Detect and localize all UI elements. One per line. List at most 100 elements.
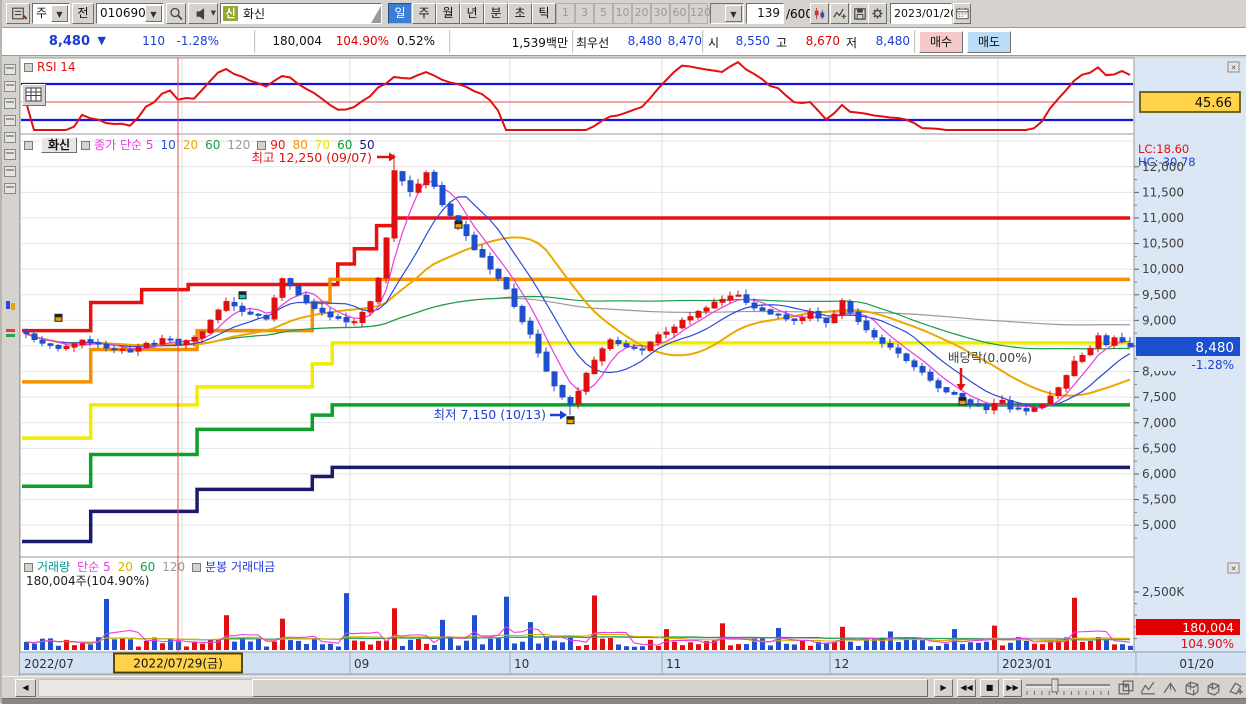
candle[interactable] [911,360,918,368]
candle[interactable] [239,305,246,312]
legend-square-icon[interactable] [24,141,33,150]
candle[interactable] [807,310,814,319]
volume-bar[interactable] [32,643,37,650]
minute-button-10[interactable]: 10 [613,3,632,24]
candle[interactable] [759,307,766,311]
candle[interactable] [367,301,374,313]
volume-bar[interactable] [304,644,309,650]
candle[interactable] [247,311,254,315]
scroll-left-button[interactable]: ◀ [15,679,36,697]
volume-bar[interactable] [336,646,341,650]
candle[interactable] [711,301,718,309]
minute-button-60[interactable]: 60 [670,3,689,24]
candle[interactable] [615,340,622,345]
volume-bar[interactable] [792,644,797,650]
candle[interactable] [439,185,446,206]
candle[interactable] [527,320,534,335]
volume-bar[interactable] [760,637,765,650]
candle[interactable] [255,313,262,316]
volume-bar[interactable] [560,642,565,650]
volume-bar[interactable] [408,639,413,650]
candle[interactable] [743,294,750,303]
candle[interactable] [791,318,798,322]
candle[interactable] [815,310,822,319]
search-icon[interactable] [166,3,186,24]
candle[interactable] [1039,404,1046,408]
candle[interactable] [71,343,78,348]
volume-bar[interactable] [616,644,621,650]
volume-bar[interactable] [136,646,141,650]
candle[interactable] [463,224,470,237]
candle[interactable] [991,402,998,411]
volume-bar[interactable] [88,644,93,650]
trendline-icon[interactable] [830,3,849,24]
volume-bar[interactable] [248,641,253,650]
candle[interactable] [1015,407,1022,410]
candle[interactable] [407,180,414,192]
range-combo[interactable]: 주 ▼ [32,3,70,24]
volume-bar[interactable] [544,637,549,650]
candle[interactable] [151,342,158,345]
candle[interactable] [927,371,934,381]
candle[interactable] [655,334,662,343]
volume-bar[interactable] [184,646,189,650]
volume-bar[interactable] [128,639,133,650]
window-switch-icon[interactable] [6,3,30,24]
volume-bar[interactable] [528,622,533,650]
candle[interactable] [287,278,294,287]
volume-bar[interactable] [944,643,949,650]
volume-bar[interactable] [504,596,509,650]
stock-name-box[interactable]: 화신 [41,137,78,153]
legend-square-icon[interactable] [24,63,33,72]
volume-bar[interactable] [1128,645,1133,650]
candle[interactable] [903,353,910,361]
data-grid-icon[interactable] [22,84,46,106]
candle[interactable] [223,301,230,311]
volume-bar[interactable] [592,595,597,650]
volume-bar[interactable] [432,644,437,650]
candle[interactable] [967,399,974,406]
volume-bar[interactable] [1040,644,1045,650]
candle[interactable] [359,311,366,323]
volume-bar[interactable] [1072,597,1077,650]
volume-bar[interactable] [824,643,829,650]
candle[interactable] [1127,342,1134,348]
stock-name-field[interactable]: 신 화신 [220,3,382,24]
tab-period-5[interactable]: 초 [508,3,532,24]
candle[interactable] [79,339,86,346]
step-forward-button[interactable]: ▶ [934,679,953,697]
candle[interactable] [111,348,118,351]
legend-square-icon[interactable] [257,141,267,150]
candle[interactable] [647,341,654,351]
candle[interactable] [975,403,982,406]
candle[interactable] [495,268,502,279]
volume-bar[interactable] [112,639,117,650]
candle[interactable] [719,298,726,303]
volume-bar[interactable] [488,638,493,650]
candle[interactable] [31,333,38,340]
candle[interactable] [543,351,550,372]
volume-bar[interactable] [256,639,261,650]
candle[interactable] [487,256,494,270]
candle[interactable] [943,387,950,393]
calendar-icon[interactable] [953,3,971,24]
volume-bar[interactable] [608,638,613,650]
strip-tool-icon[interactable] [4,98,16,109]
candle[interactable] [879,337,886,344]
candle[interactable] [319,307,326,313]
volume-bar[interactable] [400,645,405,650]
legend-square-icon[interactable] [24,563,33,572]
strip-tool-icon[interactable] [4,64,16,75]
volume-bar[interactable] [728,645,733,650]
volume-bar[interactable] [576,645,581,650]
candle[interactable] [311,301,318,309]
volume-bar[interactable] [496,638,501,650]
candle[interactable] [167,338,174,341]
volume-bar[interactable] [1000,645,1005,650]
candle[interactable] [343,317,350,323]
candle[interactable] [1079,354,1086,362]
volume-bar[interactable] [160,643,165,650]
candle[interactable] [823,317,830,324]
candle[interactable] [135,346,142,352]
tab-period-6[interactable]: 틱 [532,3,556,24]
